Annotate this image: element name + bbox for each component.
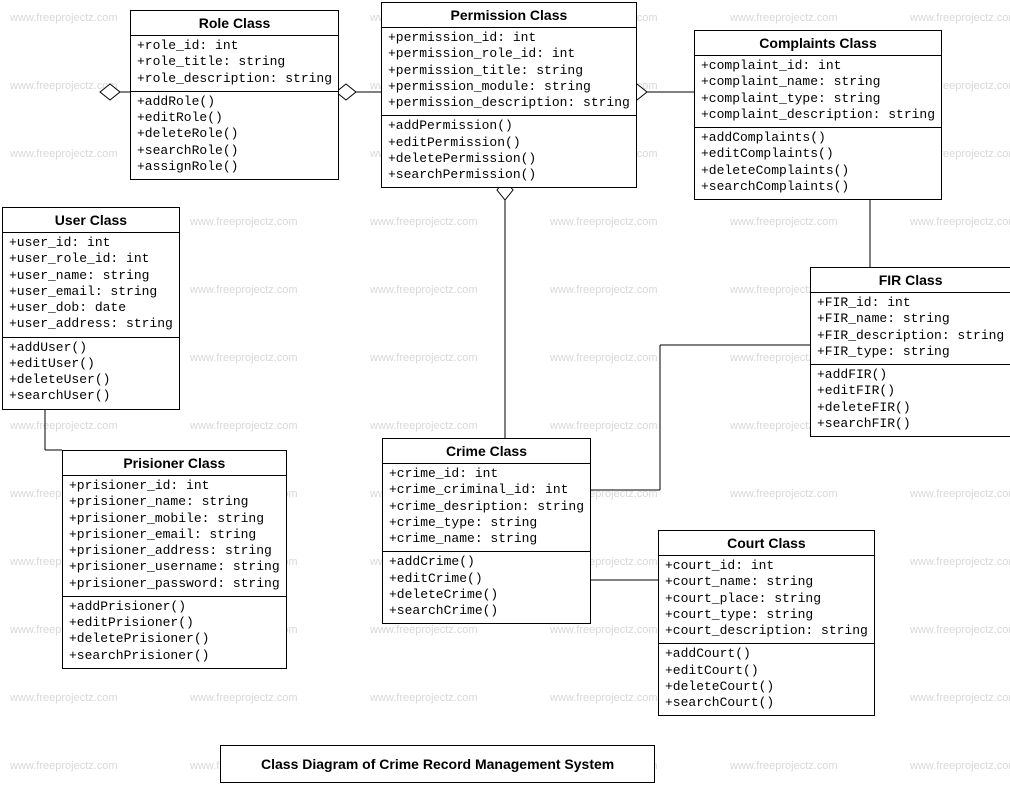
watermark-text: www.freeprojectz.com (10, 420, 118, 432)
watermark-text: www.freeprojectz.com (10, 80, 118, 92)
permission-class-attrs: +permission_id: int+permission_role_id: … (382, 28, 636, 116)
crime-class-title: Crime Class (383, 439, 590, 464)
watermark-text: www.freeprojectz.com (730, 760, 838, 772)
watermark-text: www.freeprojectz.com (550, 420, 658, 432)
watermark-text: www.freeprojectz.com (550, 692, 658, 704)
complaints-class-box: Complaints Class +complaint_id: int+comp… (694, 30, 942, 200)
court-class-box: Court Class +court_id: int+court_name: s… (658, 530, 875, 716)
watermark-text: www.freeprojectz.com (190, 420, 298, 432)
user-class-attrs: +user_id: int+user_role_id: int+user_nam… (3, 233, 179, 338)
role-class-ops: +addRole()+editRole()+deleteRole()+searc… (131, 92, 338, 179)
fir-class-ops: +addFIR()+editFIR()+deleteFIR()+searchFI… (811, 365, 1010, 436)
prisioner-class-ops: +addPrisioner()+editPrisioner()+deletePr… (63, 597, 286, 668)
permission-class-ops: +addPermission()+editPermission()+delete… (382, 116, 636, 187)
watermark-text: www.freeprojectz.com (730, 488, 838, 500)
watermark-text: www.freeprojectz.com (370, 692, 478, 704)
watermark-text: www.freeprojectz.com (190, 216, 298, 228)
watermark-text: www.freeprojectz.com (910, 488, 1010, 500)
watermark-text: www.freeprojectz.com (370, 352, 478, 364)
court-class-ops: +addCourt()+editCourt()+deleteCourt()+se… (659, 644, 874, 715)
watermark-text: www.freeprojectz.com (910, 760, 1010, 772)
watermark-text: www.freeprojectz.com (370, 216, 478, 228)
crime-class-box: Crime Class +crime_id: int+crime_crimina… (382, 438, 591, 624)
permission-class-box: Permission Class +permission_id: int+per… (381, 2, 637, 188)
user-class-ops: +addUser()+editUser()+deleteUser()+searc… (3, 338, 179, 409)
prisioner-class-box: Prisioner Class +prisioner_id: int+prisi… (62, 450, 287, 669)
permission-class-title: Permission Class (382, 3, 636, 28)
crime-class-ops: +addCrime()+editCrime()+deleteCrime()+se… (383, 552, 590, 623)
role-class-attrs: +role_id: int+role_title: string+role_de… (131, 36, 338, 92)
watermark-text: www.freeprojectz.com (910, 692, 1010, 704)
watermark-text: www.freeprojectz.com (550, 624, 658, 636)
complaints-class-title: Complaints Class (695, 31, 941, 56)
watermark-text: www.freeprojectz.com (910, 624, 1010, 636)
watermark-text: www.freeprojectz.com (190, 284, 298, 296)
complaints-class-ops: +addComplaints()+editComplaints()+delete… (695, 128, 941, 199)
watermark-text: www.freeprojectz.com (910, 556, 1010, 568)
watermark-text: www.freeprojectz.com (550, 284, 658, 296)
fir-class-title: FIR Class (811, 268, 1010, 293)
watermark-text: www.freeprojectz.com (730, 216, 838, 228)
diagram-caption: Class Diagram of Crime Record Management… (220, 745, 655, 783)
watermark-text: www.freeprojectz.com (10, 12, 118, 24)
watermark-text: www.freeprojectz.com (370, 624, 478, 636)
watermark-text: www.freeprojectz.com (190, 352, 298, 364)
watermark-text: www.freeprojectz.com (550, 352, 658, 364)
watermark-text: www.freeprojectz.com (370, 420, 478, 432)
watermark-text: www.freeprojectz.com (730, 12, 838, 24)
prisioner-class-attrs: +prisioner_id: int+prisioner_name: strin… (63, 476, 286, 597)
watermark-text: www.freeprojectz.com (10, 148, 118, 160)
court-class-attrs: +court_id: int+court_name: string+court_… (659, 556, 874, 644)
fir-class-attrs: +FIR_id: int+FIR_name: string+FIR_descri… (811, 293, 1010, 365)
watermark-text: www.freeprojectz.com (10, 760, 118, 772)
watermark-text: www.freeprojectz.com (190, 692, 298, 704)
user-class-box: User Class +user_id: int+user_role_id: i… (2, 207, 180, 410)
fir-class-box: FIR Class +FIR_id: int+FIR_name: string+… (810, 267, 1010, 437)
watermark-text: www.freeprojectz.com (910, 12, 1010, 24)
watermark-text: www.freeprojectz.com (370, 284, 478, 296)
watermark-text: www.freeprojectz.com (910, 216, 1010, 228)
prisioner-class-title: Prisioner Class (63, 451, 286, 476)
role-class-title: Role Class (131, 11, 338, 36)
complaints-class-attrs: +complaint_id: int+complaint_name: strin… (695, 56, 941, 128)
role-class-box: Role Class +role_id: int+role_title: str… (130, 10, 339, 180)
crime-class-attrs: +crime_id: int+crime_criminal_id: int+cr… (383, 464, 590, 552)
user-class-title: User Class (3, 208, 179, 233)
court-class-title: Court Class (659, 531, 874, 556)
watermark-text: www.freeprojectz.com (10, 692, 118, 704)
watermark-text: www.freeprojectz.com (550, 216, 658, 228)
